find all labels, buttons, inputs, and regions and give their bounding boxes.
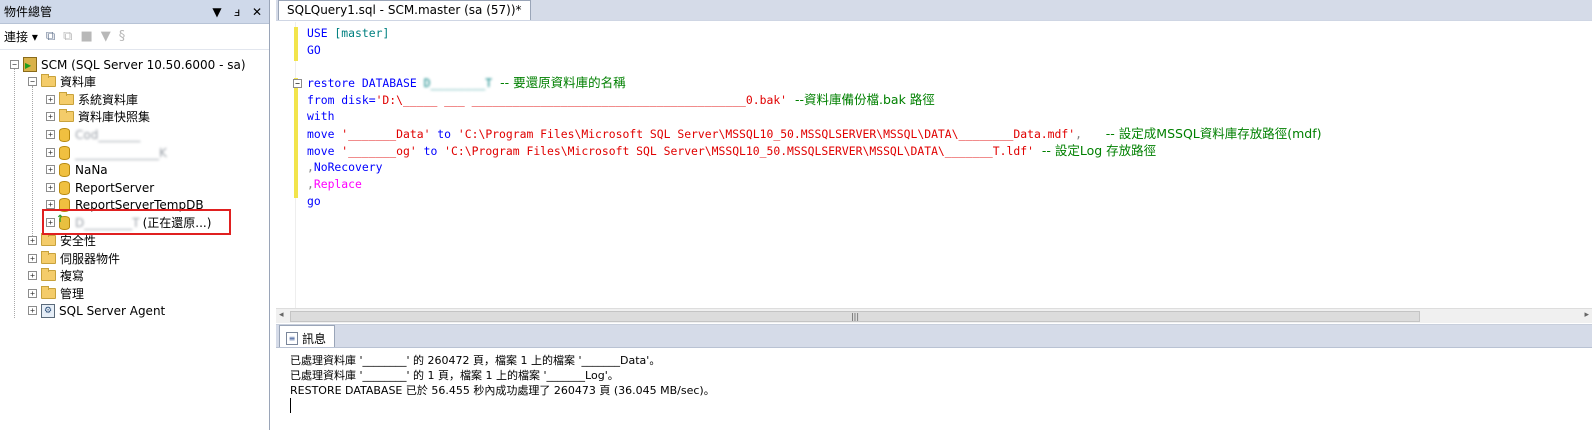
change-marker — [294, 78, 298, 198]
close-icon[interactable]: ✕ — [249, 5, 265, 19]
expand-icon[interactable]: + — [46, 130, 55, 139]
expand-icon[interactable]: + — [46, 200, 55, 209]
dropdown-icon[interactable]: ▼ — [209, 5, 225, 19]
expand-icon[interactable]: + — [46, 112, 55, 121]
pin-icon[interactable]: ⅎ — [229, 5, 245, 19]
server-icon — [23, 57, 37, 72]
tree-node-db[interactable]: + NaNa — [46, 161, 108, 178]
results-tabbar: ≡ 訊息 — [276, 325, 1592, 348]
tree-node-db[interactable]: + ______________K — [46, 144, 167, 161]
messages-icon: ≡ — [286, 331, 298, 345]
tree-node-server[interactable]: − SCM (SQL Server 10.50.6000 - sa) — [10, 56, 246, 73]
change-marker — [294, 27, 298, 61]
message-line: 已處理資料庫 '________' 的 260472 頁，檔案 1 上的檔案 '… — [290, 354, 661, 367]
folder-icon — [41, 286, 56, 299]
code-line: go — [307, 194, 321, 208]
tree-node-sql-agent[interactable]: + ⚙ SQL Server Agent — [28, 302, 165, 319]
object-explorer-tree: − SCM (SQL Server 10.50.6000 - sa) − 資料庫… — [0, 54, 269, 430]
folder-icon — [41, 74, 56, 87]
code-line: ,NoRecovery — [307, 160, 383, 174]
editor-gutter: − — [276, 22, 302, 308]
expand-icon[interactable]: + — [46, 165, 55, 174]
tree-node-databases[interactable]: − 資料庫 — [28, 73, 96, 90]
object-explorer-titlebar: 物件總管 ▼ ⅎ ✕ — [0, 0, 269, 24]
messages-list: 已處理資料庫 '________' 的 260472 頁，檔案 1 上的檔案 '… — [290, 353, 715, 413]
code-line: move '_______og' to 'C:\Program Files\Mi… — [307, 143, 1157, 158]
database-icon — [59, 162, 70, 177]
tree-node-db[interactable]: + ReportServer — [46, 179, 154, 196]
folder-icon — [41, 268, 56, 281]
tree-node-server-objects[interactable]: + 伺服器物件 — [28, 250, 120, 267]
folder-icon — [41, 233, 56, 246]
tab-sqlquery1[interactable]: SQLQuery1.sql - SCM.master (sa (57))* — [278, 0, 531, 20]
database-icon — [59, 180, 70, 195]
object-explorer-toolbar: 連接 ▾ ⧉ ⧉ ■ ▼ § — [0, 24, 269, 50]
scrollbar-thumb[interactable]: ||| — [290, 311, 1420, 322]
stop-icon[interactable]: ■ — [80, 29, 92, 44]
text-caret — [290, 398, 291, 413]
expand-icon[interactable]: + — [28, 289, 37, 298]
expand-icon[interactable]: + — [46, 95, 55, 104]
expand-icon[interactable]: + — [28, 271, 37, 280]
connect-icon[interactable]: ⧉ — [46, 29, 55, 44]
expand-icon[interactable]: + — [46, 148, 55, 157]
code-line: ,Replace — [307, 177, 362, 191]
horizontal-scrollbar[interactable]: ◂ ||| ▸ — [276, 308, 1592, 323]
folder-icon — [59, 92, 74, 105]
collapse-icon[interactable]: − — [10, 60, 19, 69]
refresh-icon[interactable]: § — [119, 29, 126, 44]
disconnect-icon[interactable]: ⧉ — [63, 29, 72, 44]
collapse-icon[interactable]: − — [28, 77, 37, 86]
expand-icon[interactable]: + — [28, 236, 37, 245]
code-line: move '_______Data' to 'C:\Program Files\… — [307, 126, 1322, 141]
code-line: from disk='D:\_____ ___ ________________… — [307, 92, 935, 107]
expand-icon[interactable]: + — [28, 306, 37, 315]
code-line: restore DATABASE D________T -- 要還原資料庫的名稱 — [307, 75, 626, 90]
code-line: GO — [307, 43, 321, 57]
tree-node-db[interactable]: + Cod_______ — [46, 126, 140, 143]
query-editor: SQLQuery1.sql - SCM.master (sa (57))* − … — [276, 0, 1592, 323]
folder-icon — [41, 251, 56, 264]
editor-tabbar: SQLQuery1.sql - SCM.master (sa (57))* — [276, 0, 1592, 21]
tab-messages[interactable]: ≡ 訊息 — [279, 325, 336, 347]
tree-node-replication[interactable]: + 複寫 — [28, 267, 84, 284]
object-explorer-title: 物件總管 — [4, 5, 53, 19]
database-icon — [59, 145, 70, 160]
tree-node-system-databases[interactable]: + 系統資料庫 — [46, 91, 138, 108]
filter-icon[interactable]: ▼ — [101, 29, 111, 44]
code-line: with — [307, 109, 335, 123]
collapse-icon[interactable]: − — [293, 79, 302, 88]
message-line: RESTORE DATABASE 已於 56.455 秒內成功處理了 26047… — [290, 384, 715, 397]
tree-node-db-snapshots[interactable]: + 資料庫快照集 — [46, 108, 150, 125]
scroll-left-icon[interactable]: ◂ — [279, 310, 284, 320]
folder-icon — [59, 109, 74, 122]
highlight-box — [42, 209, 231, 235]
tree-node-management[interactable]: + 管理 — [28, 285, 84, 302]
results-pane: ≡ 訊息 已處理資料庫 '________' 的 260472 頁，檔案 1 上… — [276, 324, 1592, 430]
agent-icon: ⚙ — [41, 303, 55, 318]
expand-icon[interactable]: + — [46, 183, 55, 192]
object-explorer-panel: 物件總管 ▼ ⅎ ✕ 連接 ▾ ⧉ ⧉ ■ ▼ § − SCM (SQL Ser… — [0, 0, 270, 430]
message-line: 已處理資料庫 '________' 的 1 頁，檔案 1 上的檔案 '_____… — [290, 369, 619, 382]
code-line: USE [master] — [307, 26, 390, 40]
connect-button[interactable]: 連接 ▾ — [4, 28, 38, 45]
database-icon — [59, 127, 70, 142]
scroll-right-icon[interactable]: ▸ — [1584, 310, 1589, 320]
expand-icon[interactable]: + — [28, 254, 37, 263]
